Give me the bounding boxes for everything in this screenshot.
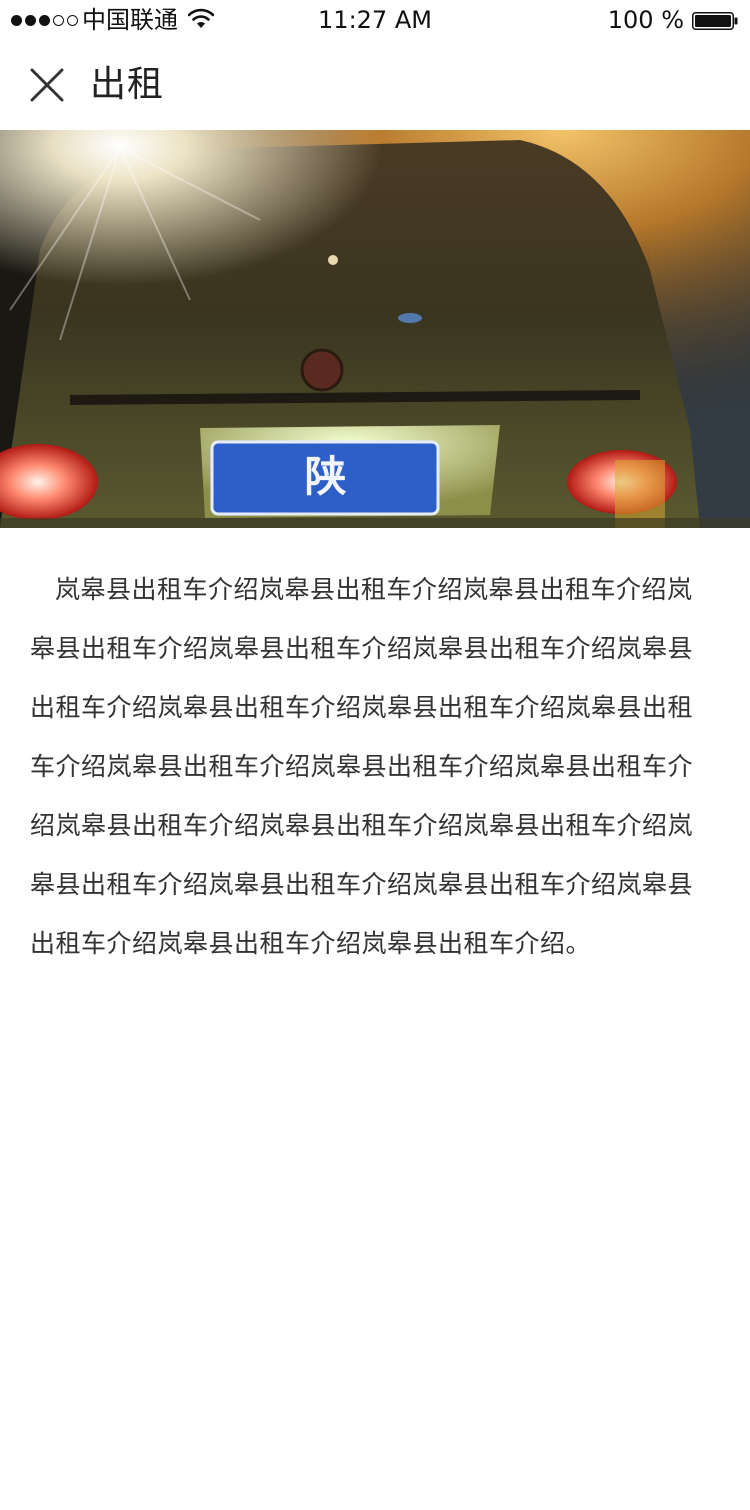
page-title: 出租	[90, 64, 165, 105]
nav-bar: 出租	[0, 40, 750, 130]
battery-icon	[692, 12, 738, 30]
license-plate: 陕G·TJ039	[234, 452, 417, 528]
article-body: 岚皋县出租车介绍岚皋县出租车介绍岚皋县出租车介绍岚皋县出租车介绍岚皋县出租车介绍…	[30, 575, 694, 958]
taxi-photo: 陕G·TJ039	[0, 130, 750, 528]
battery-percent: 100 %	[607, 6, 684, 34]
close-icon	[30, 68, 64, 102]
status-bar: 中国联通 11:27 AM 100 %	[0, 0, 750, 40]
close-button[interactable]	[22, 60, 72, 110]
